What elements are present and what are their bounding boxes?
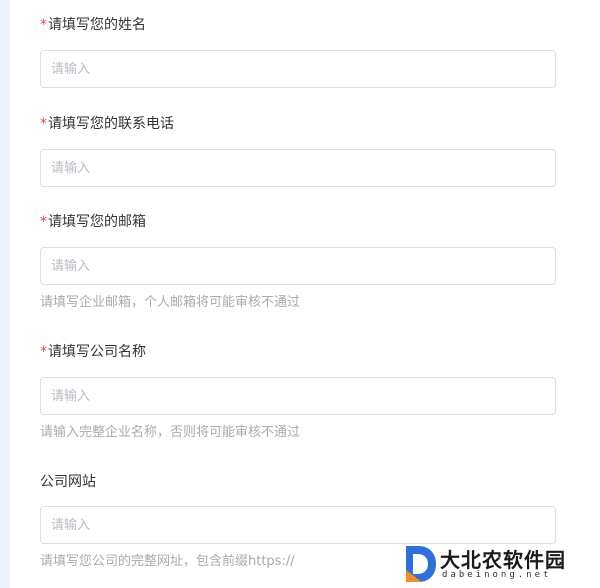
watermark-subtitle: dabeinong.net <box>442 570 552 580</box>
required-marker: * <box>40 214 47 230</box>
name-input[interactable] <box>40 50 556 88</box>
phone-input[interactable] <box>40 149 556 187</box>
name-field-group: *请填写您的姓名 <box>40 15 556 88</box>
required-marker: * <box>40 17 47 33</box>
website-input[interactable] <box>40 506 556 544</box>
required-marker: * <box>40 344 47 360</box>
company-name-label: *请填写公司名称 <box>40 344 146 360</box>
website-label: 公司网站 <box>40 474 96 490</box>
email-hint: 请填写企业邮箱，个人邮箱将可能审核不通过 <box>40 295 301 310</box>
company-name-hint: 请输入完整企业名称，否则将可能审核不通过 <box>40 425 301 440</box>
phone-label: *请填写您的联系电话 <box>40 116 174 132</box>
d-logo-icon <box>406 546 436 582</box>
website-field-group: 公司网站 请填写您公司的完整网址，包含前缀https:// <box>40 472 556 569</box>
phone-field-group: *请填写您的联系电话 <box>40 114 556 187</box>
name-label: *请填写您的姓名 <box>40 17 146 33</box>
required-marker: * <box>40 116 47 132</box>
watermark-title: 大北农软件园 <box>440 548 566 572</box>
email-input[interactable] <box>40 247 556 285</box>
website-hint: 请填写您公司的完整网址，包含前缀https:// <box>40 554 295 569</box>
contact-form: *请填写您的姓名 *请填写您的联系电话 *请填写您的邮箱 请填写企业邮箱，个人邮… <box>0 0 600 588</box>
email-field-group: *请填写您的邮箱 请填写企业邮箱，个人邮箱将可能审核不通过 <box>40 212 556 310</box>
email-label: *请填写您的邮箱 <box>40 214 146 230</box>
site-watermark: 大北农软件园 dabeinong.net <box>402 542 592 586</box>
company-name-field-group: *请填写公司名称 请输入完整企业名称，否则将可能审核不通过 <box>40 342 556 440</box>
company-name-input[interactable] <box>40 377 556 415</box>
